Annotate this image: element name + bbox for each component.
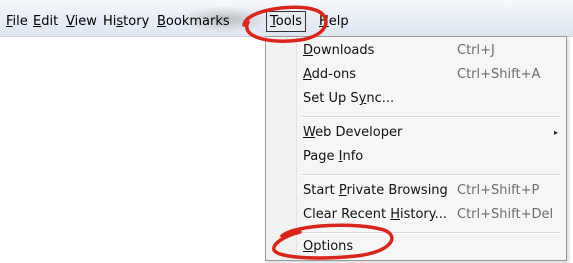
menu-item-add-ons[interactable]: Add-ons Ctrl+Shift+A — [303, 65, 563, 85]
menu-item-page-info[interactable]: Page Info — [303, 147, 563, 167]
tools-dropdown: Downloads Ctrl+J Add-ons Ctrl+Shift+A Se… — [265, 36, 567, 261]
menu-view[interactable]: View — [63, 12, 100, 32]
menu-help[interactable]: Help — [316, 12, 352, 32]
menu-item-label: Downloads — [303, 43, 375, 58]
menu-item-start-private-browsing[interactable]: Start Private Browsing Ctrl+Shift+P — [303, 181, 563, 201]
menu-item-set-up-sync[interactable]: Set Up Sync... — [303, 89, 563, 109]
menu-tools[interactable]: Tools — [266, 11, 307, 32]
menu-item-label: Start Private Browsing — [303, 183, 448, 198]
menu-item-clear-recent-history[interactable]: Clear Recent History... Ctrl+Shift+Del — [303, 205, 563, 225]
submenu-arrow-icon: ▸ — [554, 128, 559, 137]
menu-item-label: Options — [303, 239, 354, 254]
menu-edit[interactable]: Edit — [30, 12, 61, 32]
menu-item-label: Set Up Sync... — [303, 91, 395, 106]
menu-item-label: Page Info — [303, 149, 364, 164]
menu-separator — [302, 116, 560, 118]
menu-file[interactable]: File — [3, 12, 31, 32]
menu-bar: File Edit View History Bookmarks Tools H… — [0, 0, 573, 37]
shortcut-label: Ctrl+Shift+Del — [457, 207, 554, 222]
menu-item-downloads[interactable]: Downloads Ctrl+J — [303, 41, 563, 61]
shortcut-label: Ctrl+Shift+A — [457, 67, 541, 82]
menu-item-options[interactable]: Options — [303, 237, 563, 257]
menu-history[interactable]: History — [100, 12, 152, 32]
menu-item-web-developer[interactable]: Web Developer ▸ — [303, 123, 563, 143]
menu-separator — [302, 174, 560, 176]
menu-item-label: Add-ons — [303, 67, 357, 82]
menu-icon-gutter — [266, 37, 297, 260]
shortcut-label: Ctrl+Shift+P — [457, 183, 540, 198]
menu-item-label: Clear Recent History... — [303, 207, 448, 222]
shortcut-label: Ctrl+J — [457, 43, 495, 58]
menu-item-label: Web Developer — [303, 125, 403, 140]
menu-separator — [302, 232, 560, 234]
menu-bookmarks[interactable]: Bookmarks — [154, 12, 233, 32]
